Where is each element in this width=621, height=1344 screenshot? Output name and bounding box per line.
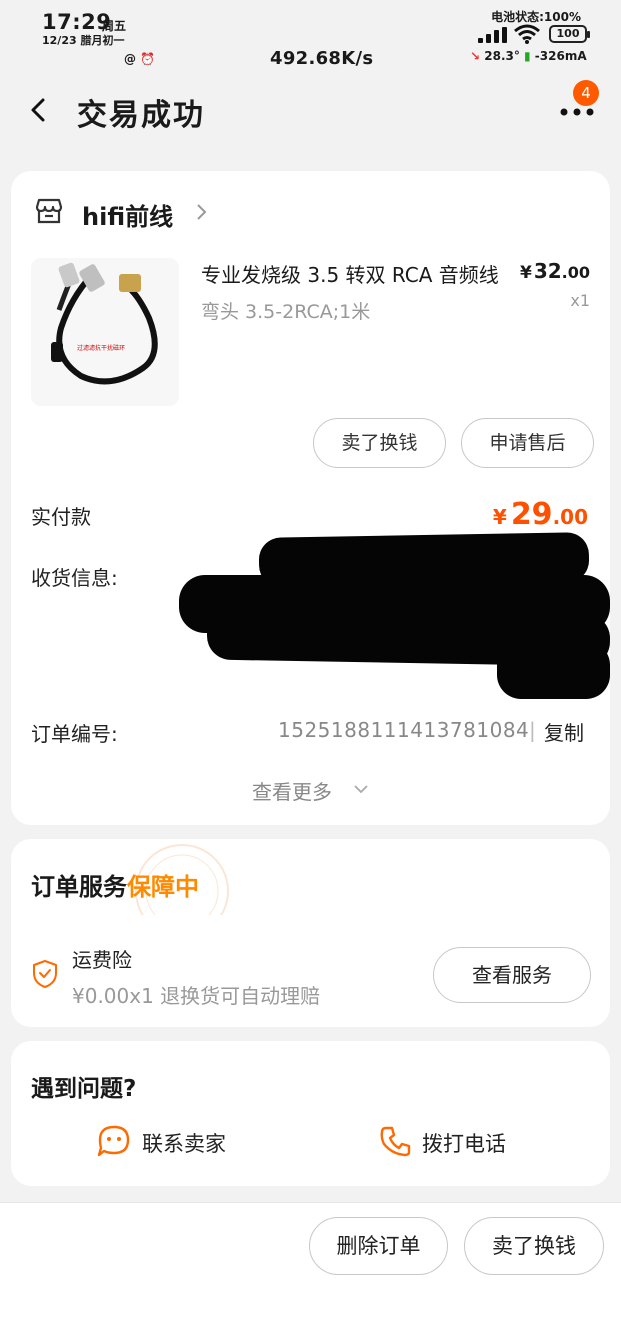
chevron-right-icon[interactable]: [194, 202, 208, 222]
view-service-button[interactable]: 查看服务: [433, 947, 591, 1003]
product-price: ¥32.00: [520, 259, 590, 283]
audio-cable-image: 过滤滤抗干扰磁环: [31, 258, 179, 406]
thumb-annotation: 过滤滤抗干扰磁环: [77, 344, 125, 352]
address-label: 收货信息:: [31, 566, 118, 590]
current-value: -326mA: [534, 49, 587, 63]
product-quantity: x1: [570, 291, 590, 310]
status-left-icons: @ ⏰: [124, 52, 156, 66]
wifi-icon: [514, 24, 540, 44]
network-speed: 492.68K/s: [270, 48, 374, 69]
paid-currency: ¥: [492, 505, 507, 529]
battery-status-text: 电池状态:100%: [491, 10, 581, 24]
after-sale-button[interactable]: 申请售后: [461, 418, 594, 468]
service-name: 运费险: [72, 948, 132, 972]
sell-button-bottom[interactable]: 卖了换钱: [464, 1217, 604, 1275]
bottom-action-bar: 删除订单 卖了换钱: [0, 1202, 621, 1344]
help-card: 遇到问题? 联系卖家 拨打电话: [11, 1041, 610, 1186]
back-arrow-icon[interactable]: [24, 94, 52, 126]
sell-button[interactable]: 卖了换钱: [313, 418, 446, 468]
separator: |: [529, 718, 536, 742]
signal-icon: [478, 27, 507, 43]
help-title: 遇到问题?: [31, 1076, 137, 1102]
chat-bubble-icon[interactable]: [96, 1124, 132, 1158]
delete-order-button[interactable]: 删除订单: [309, 1217, 448, 1275]
status-date: 12/23 腊月初一: [42, 34, 125, 47]
more-dots-icon[interactable]: [558, 104, 598, 120]
status-bar: 17:29 周五 12/23 腊月初一 @ ⏰ 492.68K/s 电池状态:1…: [0, 0, 621, 72]
notification-badge: 4: [573, 80, 599, 106]
shield-icon: [33, 960, 57, 988]
current-readout: ▮ -326mA: [524, 49, 587, 63]
battery-icon: 100: [549, 25, 590, 43]
chevron-down-icon[interactable]: [353, 783, 369, 795]
service-status: 保障中: [127, 873, 199, 901]
product-thumbnail[interactable]: 过滤滤抗干扰磁环: [31, 258, 179, 406]
service-card: 订单服务保障中 运费险 ¥0.00x1 退换货可自动理赔 查看服务: [11, 839, 610, 1027]
temperature-value: 28.3°: [484, 49, 520, 63]
order-number: 1525188111413781084: [278, 718, 530, 742]
order-card: hifi前线 过滤滤抗干扰磁环 专业发烧级 3.5 转双 RCA 音频线 ¥32…: [11, 171, 611, 825]
copy-button[interactable]: 复制: [544, 717, 584, 746]
service-title-prefix: 订单服务: [31, 873, 127, 901]
nav-bar: 交易成功 4: [0, 80, 621, 140]
price-int: 32: [533, 259, 562, 283]
page-title: 交易成功: [77, 98, 205, 133]
service-description: ¥0.00x1 退换货可自动理赔: [72, 984, 321, 1008]
store-icon: [35, 198, 63, 224]
paid-dec: .00: [552, 505, 588, 529]
product-title[interactable]: 专业发烧级 3.5 转双 RCA 音频线: [201, 259, 511, 288]
price-dec: .00: [561, 263, 590, 282]
service-title: 订单服务保障中: [31, 867, 199, 902]
view-more-link[interactable]: 查看更多: [252, 776, 332, 805]
temperature-readout: ↘ 28.3°: [470, 49, 520, 63]
contact-seller-link[interactable]: 联系卖家: [142, 1128, 226, 1158]
paid-int: 29: [510, 497, 553, 532]
call-seller-link[interactable]: 拨打电话: [422, 1128, 506, 1158]
store-name[interactable]: hifi前线: [82, 197, 173, 232]
product-sku: 弯头 3.5-2RCA;1米: [201, 301, 371, 323]
paid-label: 实付款: [31, 505, 91, 529]
price-currency: ¥: [519, 263, 532, 283]
status-time: 17:29: [42, 10, 112, 34]
order-number-label: 订单编号:: [31, 722, 118, 746]
phone-icon[interactable]: [378, 1124, 414, 1158]
paid-amount: ¥29.00: [493, 497, 588, 532]
